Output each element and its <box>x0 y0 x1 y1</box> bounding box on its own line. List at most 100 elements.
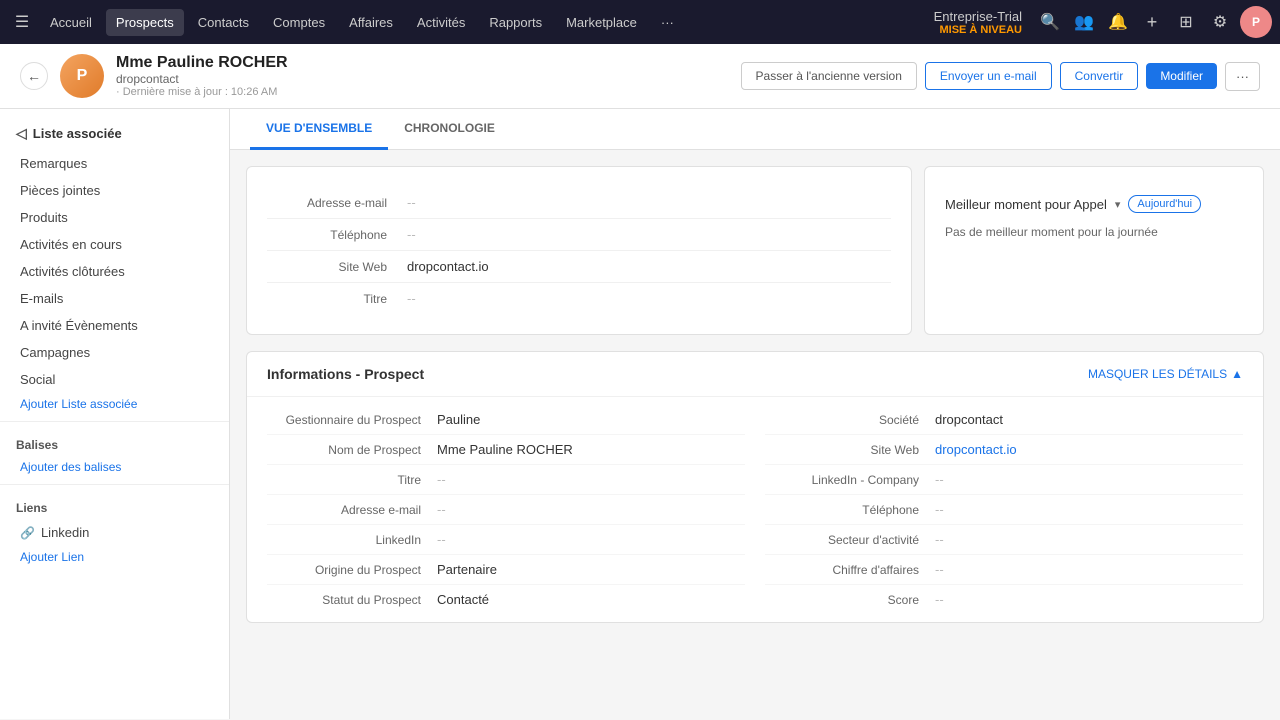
nav-rapports[interactable]: Rapports <box>479 9 552 36</box>
statut-value: Contacté <box>437 592 745 607</box>
info-tel-right: Téléphone -- <box>765 495 1243 525</box>
add-balises-link[interactable]: Ajouter des balises <box>0 456 229 478</box>
add-list-link[interactable]: Ajouter Liste associée <box>0 393 229 415</box>
linkedin-company-value: -- <box>935 472 1243 487</box>
toggle-icon: ▲ <box>1231 367 1243 381</box>
grid-icon[interactable]: ⊞ <box>1172 8 1200 36</box>
call-time-card: Meilleur moment pour Appel ▾ Aujourd'hui… <box>924 166 1264 335</box>
hide-details-button[interactable]: MASQUER LES DÉTAILS ▲ <box>1088 367 1243 381</box>
contact-name: Mme Pauline ROCHER <box>116 54 729 72</box>
sidebar-header-label: Liste associée <box>33 126 122 141</box>
info-gestionnaire: Gestionnaire du Prospect Pauline <box>267 405 745 435</box>
info-titre: Titre -- <box>267 465 745 495</box>
societe-label: Société <box>765 413 935 427</box>
back-button[interactable]: ← <box>20 62 48 90</box>
sidebar-item-produits[interactable]: Produits <box>0 204 229 231</box>
sidebar-item-evenements[interactable]: A invité Évènements <box>0 312 229 339</box>
tel-right-value: -- <box>935 502 1243 517</box>
call-dropdown-icon[interactable]: ▾ <box>1115 198 1121 211</box>
sidebar-item-social[interactable]: Social <box>0 366 229 393</box>
sidebar-item-emails[interactable]: E-mails <box>0 285 229 312</box>
tel-right-label: Téléphone <box>765 503 935 517</box>
add-lien-link[interactable]: Ajouter Lien <box>0 546 229 568</box>
edit-button[interactable]: Modifier <box>1146 63 1217 89</box>
score-value: -- <box>935 592 1243 607</box>
sidebar: ◁ Liste associée Remarques Pièces jointe… <box>0 109 230 719</box>
sidebar-item-campagnes[interactable]: Campagnes <box>0 339 229 366</box>
info-site-web: Site Web dropcontact.io <box>765 435 1243 465</box>
nav-affaires[interactable]: Affaires <box>339 9 403 36</box>
user-avatar[interactable]: P <box>1240 6 1272 38</box>
titre-label: Titre <box>267 292 407 306</box>
site-web-value[interactable]: dropcontact.io <box>935 442 1243 457</box>
contact-header: ← P Mme Pauline ROCHER dropcontact · Der… <box>0 44 1280 109</box>
brand-name: Entreprise-Trial <box>934 9 1022 24</box>
top-cards: Adresse e-mail -- Téléphone -- Site Web … <box>230 150 1280 351</box>
call-today-badge[interactable]: Aujourd'hui <box>1128 195 1201 213</box>
old-version-button[interactable]: Passer à l'ancienne version <box>741 62 917 90</box>
settings-icon[interactable]: ⚙ <box>1206 8 1234 36</box>
info-score: Score -- <box>765 585 1243 614</box>
nom-value: Mme Pauline ROCHER <box>437 442 745 457</box>
titre-value: -- <box>407 291 416 306</box>
sidebar-item-pieces[interactable]: Pièces jointes <box>0 177 229 204</box>
more-button[interactable]: ··· <box>1225 62 1260 91</box>
website-value: dropcontact.io <box>407 259 489 274</box>
societe-value: dropcontact <box>935 412 1243 427</box>
bell-icon[interactable]: 🔔 <box>1104 8 1132 36</box>
sidebar-item-activites-cloturees[interactable]: Activités clôturées <box>0 258 229 285</box>
field-telephone: Téléphone -- <box>267 219 891 251</box>
nav-prospects[interactable]: Prospects <box>106 9 184 36</box>
sidebar-divider-2 <box>0 484 229 485</box>
search-icon[interactable]: 🔍 <box>1036 8 1064 36</box>
tab-chronologie[interactable]: CHRONOLOGIE <box>388 109 511 150</box>
convert-button[interactable]: Convertir <box>1060 62 1139 90</box>
titre2-label: Titre <box>267 473 437 487</box>
email-label: Adresse e-mail <box>267 196 407 210</box>
plus-icon[interactable]: + <box>1138 8 1166 36</box>
list-icon: ◁ <box>16 125 27 142</box>
adresse-email-label: Adresse e-mail <box>267 503 437 517</box>
tab-overview[interactable]: VUE D'ENSEMBLE <box>250 109 388 150</box>
call-time-row: Meilleur moment pour Appel ▾ Aujourd'hui <box>945 187 1243 221</box>
info-linkedin: LinkedIn -- <box>267 525 745 555</box>
brand-upgrade[interactable]: MISE À NIVEAU <box>939 24 1022 36</box>
info-societe: Société dropcontact <box>765 405 1243 435</box>
sidebar-item-activites-cours[interactable]: Activités en cours <box>0 231 229 258</box>
section-header: Informations - Prospect MASQUER LES DÉTA… <box>247 352 1263 397</box>
nav-comptes[interactable]: Comptes <box>263 9 335 36</box>
site-web-label: Site Web <box>765 443 935 457</box>
origine-value: Partenaire <box>437 562 745 577</box>
nav-marketplace[interactable]: Marketplace <box>556 9 647 36</box>
contact-info: Mme Pauline ROCHER dropcontact · Dernièr… <box>116 54 729 98</box>
info-secteur: Secteur d'activité -- <box>765 525 1243 555</box>
titre2-value: -- <box>437 472 745 487</box>
sidebar-section-liens: Liens <box>0 491 229 519</box>
field-website: Site Web dropcontact.io <box>267 251 891 283</box>
tel-label: Téléphone <box>267 228 407 242</box>
contacts-icon[interactable]: 👥 <box>1070 8 1098 36</box>
contact-updated: · Dernière mise à jour : 10:26 AM <box>116 86 729 98</box>
nav-more[interactable]: ··· <box>651 9 684 36</box>
sidebar-divider-1 <box>0 421 229 422</box>
adresse-email-value: -- <box>437 502 745 517</box>
sidebar-section-balises: Balises <box>0 428 229 456</box>
tel-value: -- <box>407 227 416 242</box>
header-actions: Passer à l'ancienne version Envoyer un e… <box>741 62 1260 91</box>
contact-company: dropcontact <box>116 72 729 86</box>
info-chiffre-affaires: Chiffre d'affaires -- <box>765 555 1243 585</box>
send-email-button[interactable]: Envoyer un e-mail <box>925 62 1052 90</box>
linkedin-icon: 🔗 <box>20 526 35 540</box>
origine-label: Origine du Prospect <box>267 563 437 577</box>
nav-activites[interactable]: Activités <box>407 9 475 36</box>
menu-icon[interactable]: ☰ <box>8 8 36 36</box>
nav-accueil[interactable]: Accueil <box>40 9 102 36</box>
nav-contacts[interactable]: Contacts <box>188 9 259 36</box>
sidebar-item-linkedin[interactable]: 🔗 Linkedin <box>0 519 229 546</box>
contact-avatar: P <box>60 54 104 98</box>
secteur-label: Secteur d'activité <box>765 533 935 547</box>
info-two-col: Gestionnaire du Prospect Pauline Nom de … <box>267 405 1243 614</box>
linkedin-value: -- <box>437 532 745 547</box>
sidebar-item-remarques[interactable]: Remarques <box>0 150 229 177</box>
section-body: Gestionnaire du Prospect Pauline Nom de … <box>247 397 1263 622</box>
